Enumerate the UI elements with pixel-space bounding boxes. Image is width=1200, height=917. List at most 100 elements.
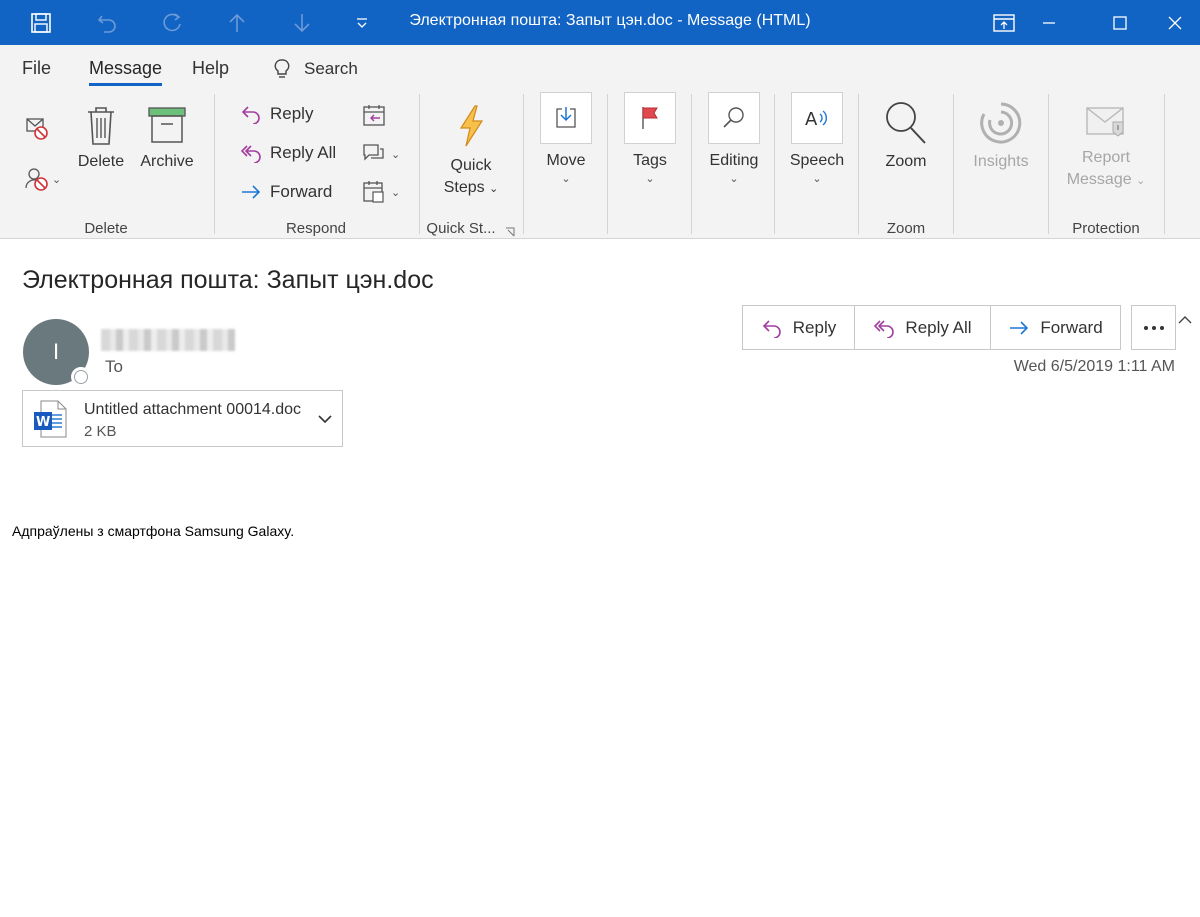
group-delete-label: Delete xyxy=(84,220,128,237)
zoom-button[interactable]: Zoom xyxy=(872,100,940,173)
ignore-icon[interactable] xyxy=(24,116,50,147)
sender-name-redacted[interactable] xyxy=(101,329,235,351)
block-sender-icon[interactable]: ⌄ xyxy=(24,166,61,192)
magnifier-icon xyxy=(708,92,760,144)
move-icon xyxy=(540,92,592,144)
title-bar: Электронная пошта: Запыт цэн.doc - Messa… xyxy=(0,0,1200,45)
reply-all-icon xyxy=(240,145,261,163)
attachment-size: 2 KB xyxy=(84,423,117,440)
ellipsis-icon xyxy=(1143,325,1164,330)
search-box[interactable]: Search xyxy=(272,58,358,80)
group-separator xyxy=(1164,94,1165,234)
ribbon: ⌄ Delete Archive Delete Reply Reply All … xyxy=(0,90,1200,324)
word-doc-icon: W xyxy=(33,400,67,443)
report-label-2: Message xyxy=(1066,171,1132,188)
speech-label: Speech xyxy=(789,152,845,169)
chevron-down-icon[interactable] xyxy=(318,411,332,429)
lightbulb-icon xyxy=(274,59,290,78)
message-date: Wed 6/5/2019 1:11 AM xyxy=(1013,358,1175,375)
group-separator xyxy=(691,94,692,234)
insights-icon xyxy=(980,102,1022,144)
group-zoom-label: Zoom xyxy=(886,220,926,237)
tab-help[interactable]: Help xyxy=(192,58,229,79)
ribbon-forward-label: Forward xyxy=(270,182,333,201)
tags-button[interactable]: Tags ⌄ xyxy=(622,92,678,185)
reply-label: Reply xyxy=(792,317,837,337)
group-separator xyxy=(607,94,608,234)
speech-button[interactable]: A Speech ⌄ xyxy=(786,92,848,185)
move-label: Move xyxy=(546,152,586,169)
report-label-2-row: Message ⌄ xyxy=(1066,171,1146,188)
reply-icon xyxy=(762,319,781,338)
more-respond-icon[interactable]: ⌄ xyxy=(361,179,400,205)
close-icon[interactable] xyxy=(1152,0,1198,45)
avatar-initial: I xyxy=(52,339,60,364)
move-button[interactable]: Move ⌄ xyxy=(538,92,594,185)
quick-steps-label-2: Steps xyxy=(443,179,485,196)
group-separator xyxy=(953,94,954,234)
tags-label: Tags xyxy=(633,152,667,169)
svg-text:A: A xyxy=(805,109,818,130)
im-reply-icon[interactable]: ⌄ xyxy=(361,141,400,167)
reply-button[interactable]: Reply xyxy=(743,306,855,349)
group-quick-steps-label: Quick St... xyxy=(426,220,496,237)
zoom-label: Zoom xyxy=(885,153,927,170)
delete-button[interactable]: Delete xyxy=(75,104,127,173)
delete-label: Delete xyxy=(77,153,125,170)
forward-label: Forward xyxy=(1040,317,1103,337)
attachment-card[interactable]: W Untitled attachment 00014.doc 2 KB xyxy=(22,390,343,447)
minimize-icon[interactable] xyxy=(1026,0,1072,45)
redo-icon[interactable] xyxy=(157,8,187,38)
trash-icon xyxy=(88,107,114,145)
save-icon[interactable] xyxy=(26,8,56,38)
lightning-icon xyxy=(459,105,484,147)
reply-all-button[interactable]: Reply All xyxy=(855,306,991,349)
maximize-icon[interactable] xyxy=(1097,0,1143,45)
undo-icon[interactable] xyxy=(92,8,122,38)
reply-all-label: Reply All xyxy=(905,317,972,337)
forward-arrow-icon xyxy=(242,185,261,199)
tab-file[interactable]: File xyxy=(22,58,51,79)
tab-message[interactable]: Message xyxy=(89,58,163,86)
zoom-icon xyxy=(886,102,926,144)
archive-icon xyxy=(148,107,186,143)
ribbon-reply-button[interactable]: Reply xyxy=(240,104,313,124)
reply-icon xyxy=(241,106,260,124)
collapse-ribbon-icon[interactable] xyxy=(1178,312,1192,330)
ribbon-reply-all-button[interactable]: Reply All xyxy=(240,143,336,163)
ribbon-reply-label: Reply xyxy=(270,104,314,123)
group-separator xyxy=(523,94,524,234)
menu-tabs: File Message Help Search xyxy=(0,45,1200,90)
svg-text:W: W xyxy=(36,415,50,430)
meeting-reply-icon[interactable] xyxy=(361,103,387,134)
dialog-launcher-icon[interactable] xyxy=(505,224,515,242)
archive-label: Archive xyxy=(140,153,194,170)
group-separator xyxy=(419,94,420,234)
up-arrow-icon[interactable] xyxy=(222,8,252,38)
more-actions-button[interactable] xyxy=(1131,305,1176,350)
ribbon-forward-button[interactable]: Forward xyxy=(240,182,332,202)
group-separator xyxy=(774,94,775,234)
insights-label: Insights xyxy=(973,153,1029,170)
attachment-name: Untitled attachment 00014.doc xyxy=(84,401,302,418)
forward-arrow-icon xyxy=(1010,320,1029,335)
quick-steps-button[interactable]: Quick Steps ⌄ xyxy=(432,104,510,200)
down-arrow-icon[interactable] xyxy=(287,8,317,38)
report-message-button[interactable]: Report Message ⌄ xyxy=(1060,102,1152,192)
insights-button[interactable]: Insights xyxy=(965,100,1037,173)
archive-button[interactable]: Archive xyxy=(137,104,197,173)
editing-label: Editing xyxy=(709,152,759,169)
message-body: Адпраўлены з смартфона Samsung Galaxy. xyxy=(12,523,295,539)
forward-button[interactable]: Forward xyxy=(991,306,1120,349)
window-title: Электронная пошта: Запыт цэн.doc - Messa… xyxy=(409,12,811,29)
report-label-1: Report xyxy=(1081,149,1131,166)
editing-button[interactable]: Editing ⌄ xyxy=(703,92,765,185)
group-separator xyxy=(858,94,859,234)
quick-steps-label-1: Quick xyxy=(450,157,492,174)
restore-ribbon-icon[interactable] xyxy=(981,0,1027,45)
reply-all-icon xyxy=(874,319,895,338)
quick-steps-label-2-row: Steps ⌄ xyxy=(443,179,499,196)
group-protection-label: Protection xyxy=(1072,220,1140,237)
to-label: To xyxy=(105,357,123,376)
message-subject: Электронная пошта: Запыт цэн.doc xyxy=(22,266,434,294)
